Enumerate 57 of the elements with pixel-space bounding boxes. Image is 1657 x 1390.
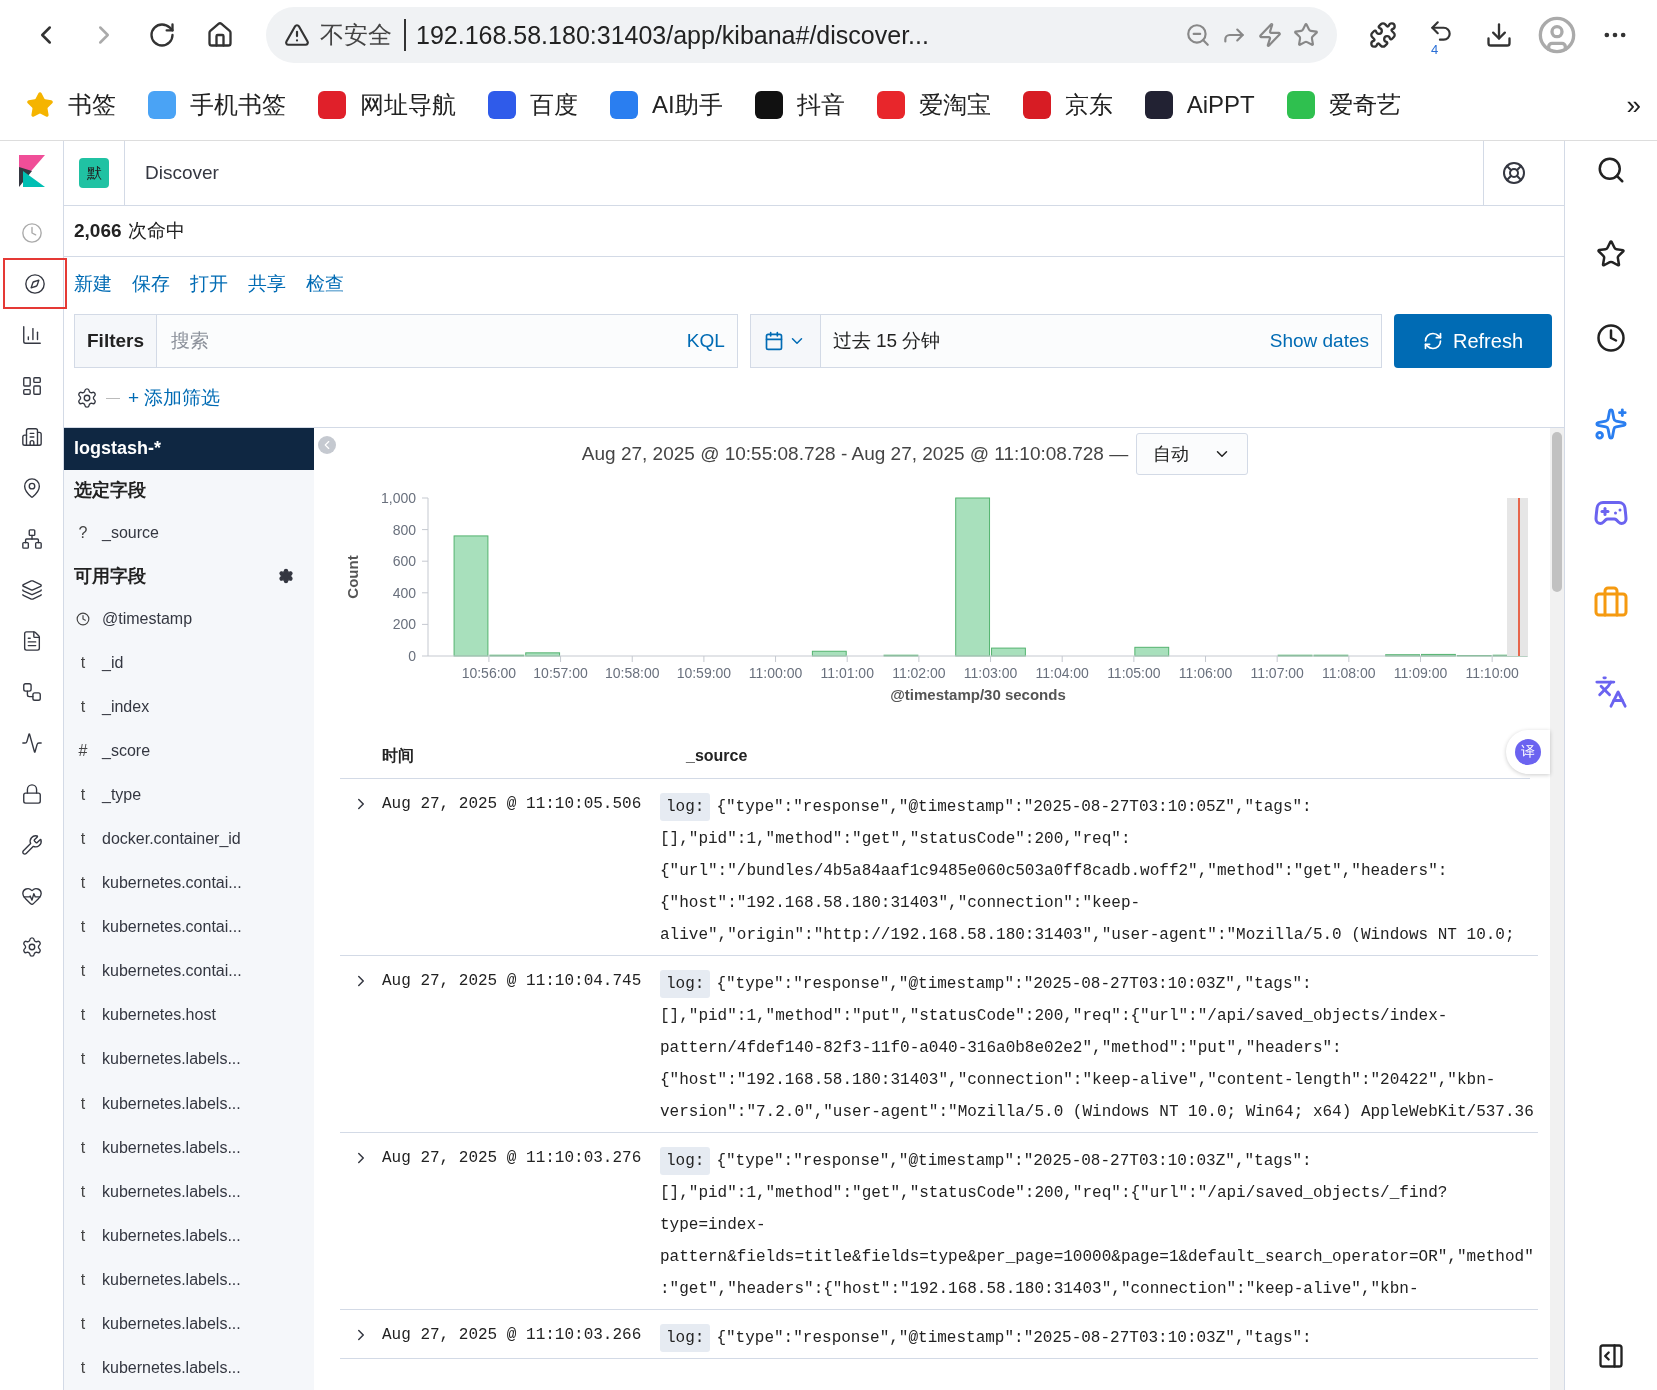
x-tick-label: 11:02:00: [892, 665, 946, 681]
x-tick-label: 11:08:00: [1322, 665, 1376, 681]
x-tick-label: 11:04:00: [1035, 665, 1089, 681]
field-type-symbol: t: [79, 962, 87, 981]
section-title: 可用字段: [74, 564, 146, 588]
time-range: 过去 15 分钟: [831, 329, 942, 353]
field-type-symbol: t: [79, 1359, 87, 1377]
field-type-symbol: t: [79, 1138, 87, 1157]
time-cell-text: Aug 27, 2025 @ 11:10:04.745: [382, 971, 643, 992]
x-axis-title: @timestamp/30 seconds: [890, 686, 1066, 703]
x-tick-label: 10:58:00: [605, 665, 660, 681]
source-text: log: {"type":"response","@timestamp":"2025-08-27T03:10:05Z","tags": [],"pid":1,"method":"get","statusCode":200,"req": {"url":"/bundles/4b5a84aaf1c9485e060c503a0ff8cadb.woff2","method":"get","headers": {"host":"192.168.58.180:31403","connection":"keep- alive","origin":"http://192.168.58.180:31403","user-agent":"Mozilla/5.0 (Windows NT 10.0;: [660, 791, 1538, 951]
field-type-symbol: t: [79, 918, 87, 937]
y-tick-label: 600: [392, 553, 416, 570]
time-span-label: Aug 27, 2025 @ 10:55:08.728 - Aug 27, 2025 @ 11:10:08.728 —: [581, 443, 1129, 465]
x-tick-label: 11:09:00: [1393, 665, 1448, 681]
field-type-symbol: t: [79, 1006, 87, 1025]
field-type-symbol: t: [79, 653, 87, 672]
x-tick-label: 10:59:00: [676, 665, 732, 681]
field-type-symbol: t: [79, 1094, 87, 1113]
y-tick-label: 800: [392, 521, 416, 538]
hits-label: 次命中: [127, 219, 185, 243]
hits-count: 2,066: [74, 220, 122, 242]
field-type-symbol: t: [79, 830, 87, 849]
x-tick-label: 11:00:00: [748, 665, 803, 681]
x-tick-label: 11:01:00: [820, 665, 874, 681]
x-tick-label: 11:10:00: [1465, 665, 1519, 681]
field-type-symbol: #: [77, 741, 89, 760]
y-tick-label: 400: [392, 584, 416, 601]
section-title: 选定字段: [74, 479, 146, 503]
y-axis-title: Count: [344, 555, 361, 599]
x-tick-label: 11:07:00: [1250, 665, 1304, 681]
x-tick-label: 10:56:00: [461, 665, 517, 681]
breadcrumb: Discover: [145, 162, 220, 184]
field-type-symbol: ?: [77, 524, 89, 543]
count-label: 4: [1431, 42, 1439, 57]
field-type-symbol: t: [79, 785, 87, 804]
y-tick-label: 200: [392, 616, 416, 633]
source-text: log: {"type":"response","@timestamp":"2025-08-27T03:10:03Z","tags": [],"pid":1,"method":"get","statusCode":200,"req":{"url":"/api/saved_objects/_find? type=index- pattern&fields=title&fields=type&per_page=10000&page=1&default_search_operator=OR","method" :"get","headers":{"host":"192.168.58.180:31403","connection":"keep-alive","kbn-: [660, 1145, 1538, 1305]
field-type-symbol: t: [79, 1314, 87, 1333]
field-type-symbol: t: [79, 697, 87, 716]
x-tick-label: 11:06:00: [1178, 665, 1233, 681]
time-cell-text: Aug 27, 2025 @ 11:10:03.266: [382, 1325, 643, 1346]
source-text: log: {"type":"response","@timestamp":"2025-08-27T03:10:03Z","tags": [],"pid":1,"method":"put","statusCode":200,"req":{"url":"/api/saved_objects/index- pattern/4fdef140-82f3-11f0-a040-316a0b8e02e2","method":"put","headers": {"host":"192.168.58.180:31403","connection":"keep-alive","content-length":"20422","kbn- version":"7.2.0","user-agent":"Mozilla/5.0 (Windows NT 10.0; Win64; x64) AppleWebKit/537.36: [660, 968, 1538, 1128]
field-type-symbol: t: [79, 1050, 87, 1069]
field-type-symbol: t: [79, 1182, 87, 1201]
y-tick-label: 1,000: [380, 490, 416, 506]
time-cell-text: Aug 27, 2025 @ 11:10:05.506: [382, 794, 643, 815]
x-tick-label: 11:03:00: [963, 665, 1018, 681]
field-type-symbol: t: [79, 874, 87, 893]
x-tick-label: 11:05:00: [1107, 665, 1161, 681]
source-text: log: {"type":"response","@timestamp":"2025-08-27T03:10:03Z","tags":: [660, 1322, 1538, 1354]
field-type-symbol: t: [79, 1270, 87, 1289]
y-tick-label: 0: [408, 648, 416, 664]
time-cell-text: Aug 27, 2025 @ 11:10:03.276: [382, 1148, 643, 1169]
x-tick-label: 10:57:00: [533, 665, 588, 681]
field-type-symbol: t: [79, 1226, 87, 1245]
